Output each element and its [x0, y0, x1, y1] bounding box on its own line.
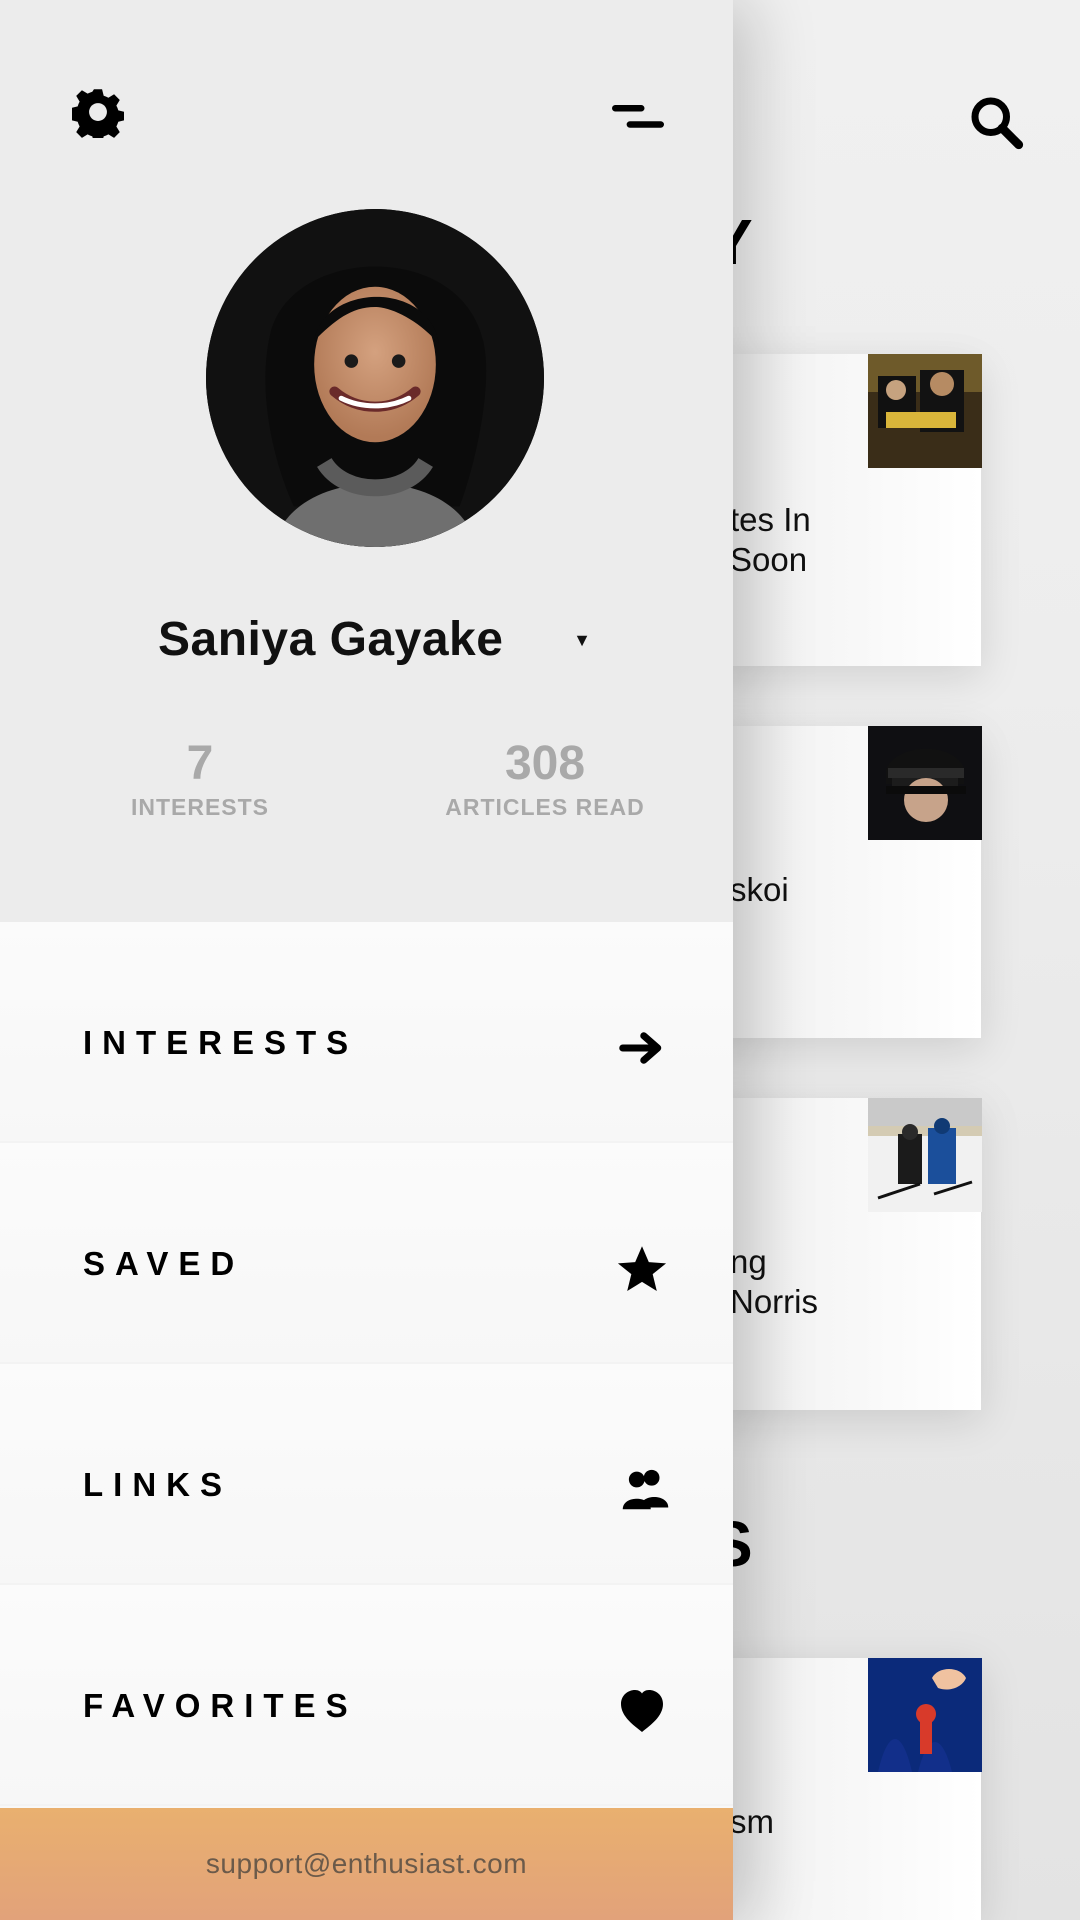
feed-card-thumbnail	[868, 354, 982, 468]
feed-card[interactable]: ng Norris	[710, 1098, 982, 1410]
search-icon[interactable]	[968, 94, 1024, 150]
menu-icon[interactable]	[612, 100, 664, 136]
feed-card[interactable]: sm	[710, 1658, 982, 1920]
menu-item-saved[interactable]: SAVED	[0, 1143, 733, 1364]
feed-card-thumbnail	[868, 1658, 982, 1772]
stat-value: 308	[504, 737, 586, 790]
menu-item-favorites[interactable]: FAVORITES	[0, 1585, 733, 1806]
avatar[interactable]	[206, 209, 544, 547]
menu-item-links[interactable]: LINKS	[0, 1364, 733, 1585]
stat-interests: 7 INTERESTS	[95, 736, 305, 822]
stat-articles-read: 308 ARTICLES READ	[430, 736, 660, 822]
feed-card-thumbnail	[868, 1098, 982, 1212]
user-name-row[interactable]: Saniya Gayake ▼	[0, 600, 733, 680]
support-email-link[interactable]: support@enthusiast.com	[206, 1848, 527, 1880]
feed-card-text-line: Soon	[730, 541, 808, 578]
feed-card[interactable]: tes In Soon	[710, 354, 982, 666]
drawer-menu: INTERESTS SAVED LINKS FAVORITES	[0, 922, 733, 1808]
users-icon	[614, 1462, 670, 1518]
feed-card-text-line: skoi	[730, 871, 789, 908]
stat-label: INTERESTS	[130, 794, 270, 820]
navigation-drawer: Saniya Gayake ▼ 7 INTERESTS 308 ARTICLES…	[0, 0, 733, 1920]
chevron-down-icon[interactable]: ▼	[570, 628, 594, 652]
feed-card-text-line: tes In	[730, 501, 811, 538]
stat-label: ARTICLES READ	[445, 794, 645, 820]
support-footer: support@enthusiast.com	[0, 1808, 733, 1920]
stat-value: 7	[186, 737, 214, 790]
menu-item-interests[interactable]: INTERESTS	[0, 922, 733, 1143]
menu-item-label: SAVED	[83, 1245, 245, 1282]
feed-card-thumbnail	[868, 726, 982, 840]
feed-card-text-line: sm	[730, 1803, 774, 1840]
heart-icon	[614, 1683, 670, 1739]
menu-item-label: INTERESTS	[83, 1024, 359, 1061]
gear-icon[interactable]	[71, 86, 125, 143]
feed-card[interactable]: skoi	[710, 726, 982, 1038]
feed-card-text-line: ng	[730, 1243, 767, 1280]
star-icon	[614, 1241, 670, 1297]
feed-card-text-line: Norris	[730, 1283, 818, 1320]
menu-item-label: LINKS	[83, 1466, 232, 1503]
arrow-right-icon	[614, 1020, 670, 1076]
user-name: Saniya Gayake	[158, 613, 504, 666]
menu-item-label: FAVORITES	[83, 1687, 358, 1724]
